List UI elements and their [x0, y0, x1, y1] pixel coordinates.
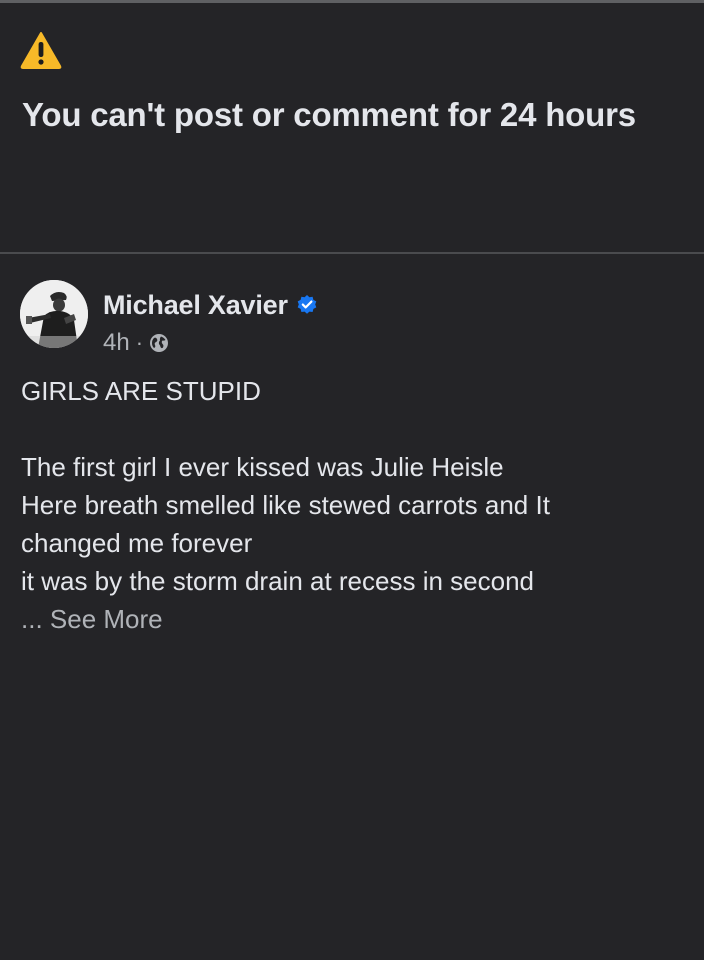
meta-separator: · [135, 330, 144, 355]
post-line: changed me forever [21, 528, 253, 558]
post-line: it was by the storm drain at recess in s… [21, 566, 535, 596]
post-meta: 4h · [103, 328, 169, 358]
post-line: The first girl I ever kissed was Julie H… [21, 452, 504, 482]
verified-badge-icon [297, 295, 317, 314]
globe-icon[interactable] [149, 333, 169, 353]
post-headline: GIRLS ARE STUPID [21, 376, 261, 406]
post-line: Here breath smelled like stewed carrots … [21, 490, 550, 520]
warning-icon [20, 32, 62, 69]
timestamp[interactable]: 4h [103, 329, 130, 357]
avatar-image [20, 280, 88, 348]
restriction-title: You can't post or comment for 24 hours [22, 96, 636, 133]
see-more-link[interactable]: See More [50, 604, 163, 634]
post-text: GIRLS ARE STUPID The first girl I ever k… [21, 372, 686, 638]
ellipsis: ... [21, 604, 43, 634]
restriction-banner: You can't post or comment for 24 hours [0, 3, 704, 252]
post: Michael Xavier 4h · GIRLS ARE STUPID The… [0, 254, 704, 960]
see-more-row: ... See More [21, 600, 686, 638]
avatar[interactable] [20, 280, 88, 348]
screen: You can't post or comment for 24 hours M… [0, 0, 704, 960]
author-name[interactable]: Michael Xavier [103, 290, 288, 321]
author-row: Michael Xavier [103, 288, 318, 322]
